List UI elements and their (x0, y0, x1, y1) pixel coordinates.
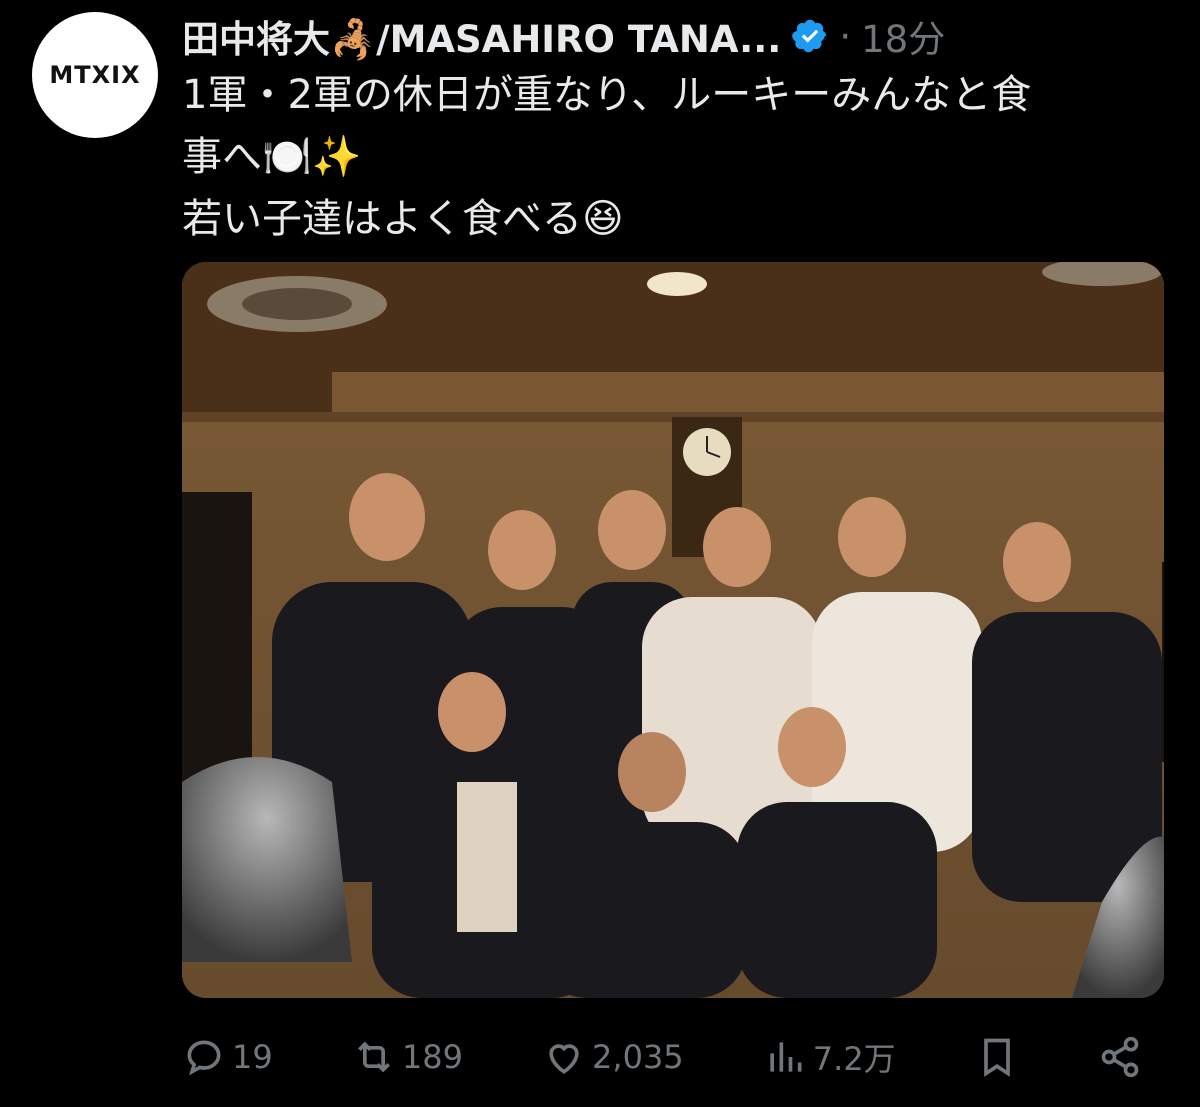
tweet-text-line: 若い子達はよく食べる😆 (182, 196, 624, 242)
tweet-photo[interactable] (182, 262, 1164, 998)
photo-scene (182, 262, 1164, 998)
author-avatar[interactable]: MTXIX (32, 12, 158, 138)
tweet-text: 1軍・2軍の休日が重なり、ルーキーみんなと食 事へ🍽️✨ 若い子達はよく食べる😆 (182, 64, 1182, 250)
retweet-icon (357, 1041, 390, 1073)
share-button[interactable] (1098, 1035, 1142, 1079)
tweet-text-line: 事へ🍽️✨ (182, 134, 362, 180)
reply-count: 19 (232, 1038, 273, 1076)
tweet-time[interactable]: 18分 (861, 9, 945, 63)
verified-badge-icon (792, 19, 827, 53)
views-button[interactable]: 7.2万 (763, 1034, 896, 1080)
bookmark-icon (983, 1038, 1010, 1077)
bookmark-button[interactable] (975, 1035, 1019, 1079)
like-button[interactable]: 2,035 (542, 1035, 684, 1079)
views-count: 7.2万 (812, 1040, 896, 1078)
views-icon (770, 1042, 802, 1072)
author-name[interactable]: 田中将大🦂/MASAHIRO TANA... (182, 9, 781, 63)
like-count: 2,035 (592, 1038, 684, 1076)
reply-button[interactable]: 19 (182, 1035, 273, 1079)
reply-icon (187, 1040, 221, 1076)
tweet-actions: 19 189 2,035 7.2万 (182, 1022, 1142, 1092)
share-icon (1101, 1036, 1139, 1078)
tweet-text-line: 1軍・2軍の休日が重なり、ルーキーみんなと食 (182, 72, 1032, 118)
retweet-button[interactable]: 189 (352, 1035, 463, 1079)
separator-dot: · (839, 14, 852, 58)
retweet-count: 189 (401, 1038, 463, 1076)
tweet-header: 田中将大🦂/MASAHIRO TANA... · 18分 (182, 6, 945, 66)
avatar-logo-text: MTXIX (49, 61, 141, 89)
heart-icon (549, 1044, 579, 1074)
